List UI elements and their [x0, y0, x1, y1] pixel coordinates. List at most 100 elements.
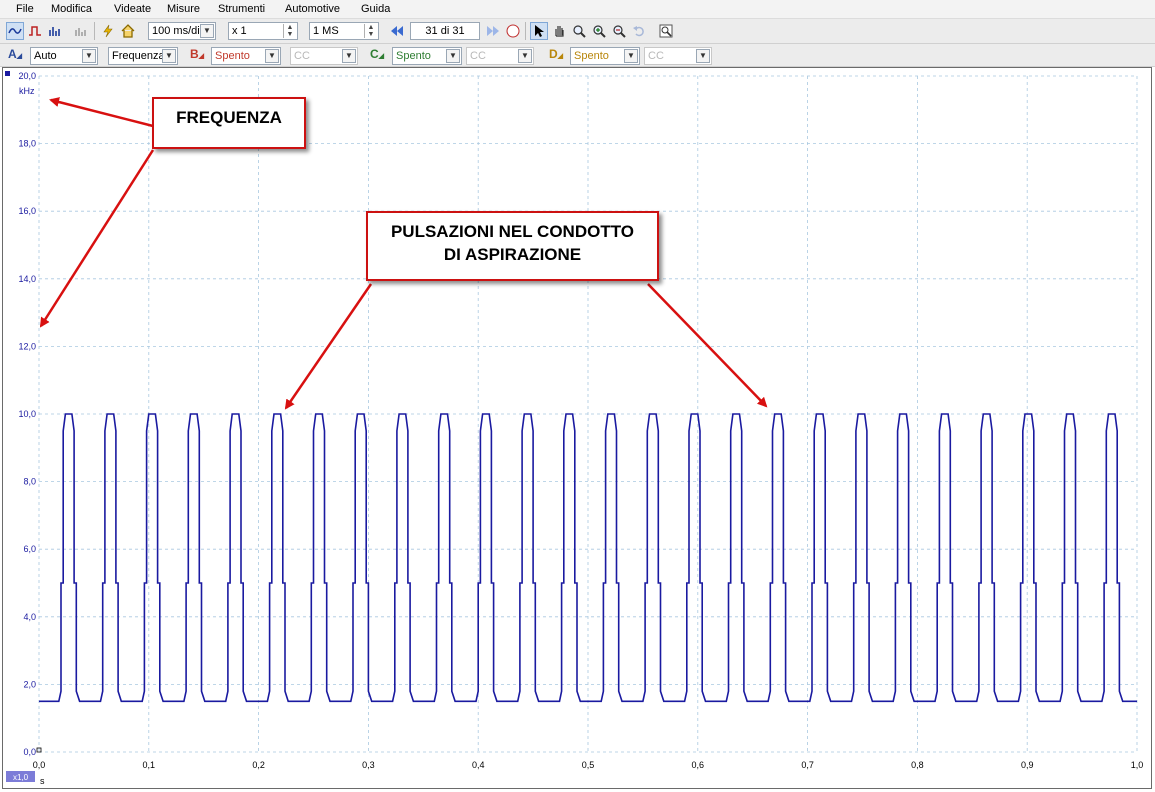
channel-c-button[interactable]: C◢ [370, 47, 384, 61]
channel-a-mode-select[interactable]: Frequenza ▼ [108, 47, 178, 65]
x-axis-unit: s [40, 776, 45, 786]
compass-icon[interactable] [504, 22, 522, 40]
home-icon[interactable] [119, 22, 137, 40]
chevron-down-icon[interactable]: ▼ [200, 24, 214, 38]
chevron-down-icon[interactable]: ▼ [162, 49, 176, 63]
channel-c-range-select[interactable]: Spento ▼ [392, 47, 462, 65]
separator [94, 22, 95, 40]
channel-d-range-select[interactable]: Spento ▼ [570, 47, 640, 65]
channel-d-coupling-value: CC [648, 50, 664, 62]
chevron-down-icon[interactable]: ▼ [265, 49, 279, 63]
menu-bar: File Modifica Videate Misure Strumenti A… [0, 0, 1155, 19]
channel-a-button[interactable]: A◢ [8, 47, 22, 61]
waveform-chart: 0,02,04,06,08,010,012,014,016,018,020,0 … [5, 71, 1143, 786]
y-tick-label: 8,0 [23, 477, 36, 487]
zoom-value: x 1 [232, 25, 247, 37]
pulsazioni-callout: PULSAZIONI NEL CONDOTTO DI ASPIRAZIONE [366, 211, 659, 281]
x-tick-label: 0,6 [692, 760, 705, 770]
channel-b-coupling-value: CC [294, 50, 310, 62]
channel-marker-icon [5, 71, 10, 76]
chevron-down-icon[interactable]: ▼ [518, 49, 532, 63]
zoom-stepper[interactable]: x 1 ▲ ▼ [228, 22, 298, 40]
channel-a-mode-value: Frequenza [112, 50, 165, 62]
trigger-lightning-icon[interactable] [99, 22, 117, 40]
y-tick-label: 16,0 [18, 206, 36, 216]
channel-a-label: A [8, 47, 17, 61]
menu-file[interactable]: File [16, 3, 34, 15]
timebase-select[interactable]: 100 ms/div ▼ [148, 22, 216, 40]
y-tick-label: 2,0 [23, 679, 36, 689]
zoom-out-icon[interactable] [610, 22, 628, 40]
x-tick-label: 0,8 [911, 760, 924, 770]
y-tick-label: 14,0 [18, 274, 36, 284]
pointer-cursor-icon[interactable] [530, 22, 548, 40]
channel-c-coupling-select[interactable]: CC ▼ [466, 47, 534, 65]
y-tick-label: 20,0 [18, 71, 36, 81]
chart-grid [38, 75, 1138, 753]
channel-a-range-value: Auto [34, 50, 57, 62]
x-tick-label: 0,1 [143, 760, 156, 770]
y-tick-label: 4,0 [23, 612, 36, 622]
x-tick-label: 0,2 [252, 760, 265, 770]
y-tick-label: 0,0 [23, 747, 36, 757]
menu-guida[interactable]: Guida [361, 3, 390, 15]
chevron-down-icon[interactable]: ▼ [446, 49, 460, 63]
pulsazioni-label-line1: PULSAZIONI NEL CONDOTTO [390, 222, 635, 241]
channel-b-range-value: Spento [215, 50, 250, 62]
menu-strumenti[interactable]: Strumenti [218, 3, 265, 15]
previous-buffer-icon[interactable] [388, 22, 406, 40]
spin-arrows-icon[interactable]: ▲ ▼ [364, 24, 377, 38]
samples-stepper[interactable]: 1 MS ▲ ▼ [309, 22, 379, 40]
y-tick-label: 18,0 [18, 139, 36, 149]
y-axis-ticks: 0,0 2,0 4,0 6,0 8,0 10,0 12,0 14,0 16,0 18,0 20,0 [18, 71, 36, 757]
menu-automotive[interactable]: Automotive [285, 3, 340, 15]
buffer-counter[interactable]: 31 di 31 [410, 22, 480, 40]
frequenza-label: FREQUENZA [176, 108, 282, 127]
channel-b-range-select[interactable]: Spento ▼ [211, 47, 281, 65]
menu-videate[interactable]: Videate [114, 3, 151, 15]
channel-d-button[interactable]: D◢ [549, 47, 563, 61]
scope-display[interactable]: 0,0 2,0 4,0 6,0 8,0 10,0 12,0 14,0 16,0 18,0 20,0 … [2, 67, 1152, 789]
channel-d-coupling-select[interactable]: CC ▼ [644, 47, 712, 65]
chevron-down-icon[interactable]: ▼ [696, 49, 710, 63]
scope-mode-icon[interactable] [6, 22, 24, 40]
persistence-mode-icon[interactable] [26, 22, 44, 40]
chevron-down-icon[interactable]: ▼ [624, 49, 638, 63]
x-tick-label: 0,3 [362, 760, 375, 770]
y-tick-label: 6,0 [23, 544, 36, 554]
channel-b-button[interactable]: B◢ [190, 47, 204, 61]
channel-b-coupling-select[interactable]: CC ▼ [290, 47, 358, 65]
next-buffer-icon[interactable] [484, 22, 502, 40]
arrow-to-axis [39, 149, 155, 328]
y-axis-unit: kHz [19, 86, 35, 96]
channel-a-range-select[interactable]: Auto ▼ [30, 47, 98, 65]
channel-d-label: D [549, 47, 558, 61]
samples-value: 1 MS [313, 25, 339, 37]
separator [525, 22, 526, 40]
frequenza-callout: FREQUENZA [152, 97, 306, 149]
channel-c-range-value: Spento [396, 50, 431, 62]
channel-c-coupling-value: CC [470, 50, 486, 62]
menu-misure[interactable]: Misure [167, 3, 200, 15]
timebase-value: 100 ms/div [152, 25, 206, 37]
scale-badge: x1,0 [13, 773, 29, 782]
x-axis-ticks: 0,0 0,1 0,2 0,3 0,4 0,5 0,6 0,7 0,8 0,9 1,0 [33, 747, 1143, 770]
hand-pan-icon[interactable] [550, 22, 568, 40]
chevron-down-icon[interactable]: ▼ [82, 49, 96, 63]
buffer-value: 31 di 31 [425, 25, 465, 37]
channel-options-icon[interactable] [72, 22, 90, 40]
chevron-down-icon[interactable]: ▼ [342, 49, 356, 63]
main-toolbar: 100 ms/div ▼ x 1 ▲ ▼ 1 MS ▲ ▼ 31 di 31 [0, 19, 1155, 44]
channel-c-label: C [370, 47, 379, 61]
x-tick-label: 0,4 [472, 760, 485, 770]
channel-d-range-value: Spento [574, 50, 609, 62]
zoom-select-icon[interactable] [570, 22, 588, 40]
zoom-overview-icon[interactable] [657, 22, 675, 40]
arrow-to-kHz [49, 97, 154, 128]
menu-modifica[interactable]: Modifica [51, 3, 92, 15]
spectrum-mode-icon[interactable] [46, 22, 64, 40]
spin-arrows-icon[interactable]: ▲ ▼ [283, 24, 296, 38]
undo-zoom-icon[interactable] [630, 22, 648, 40]
x-tick-label: 0,0 [33, 760, 46, 770]
zoom-in-icon[interactable] [590, 22, 608, 40]
